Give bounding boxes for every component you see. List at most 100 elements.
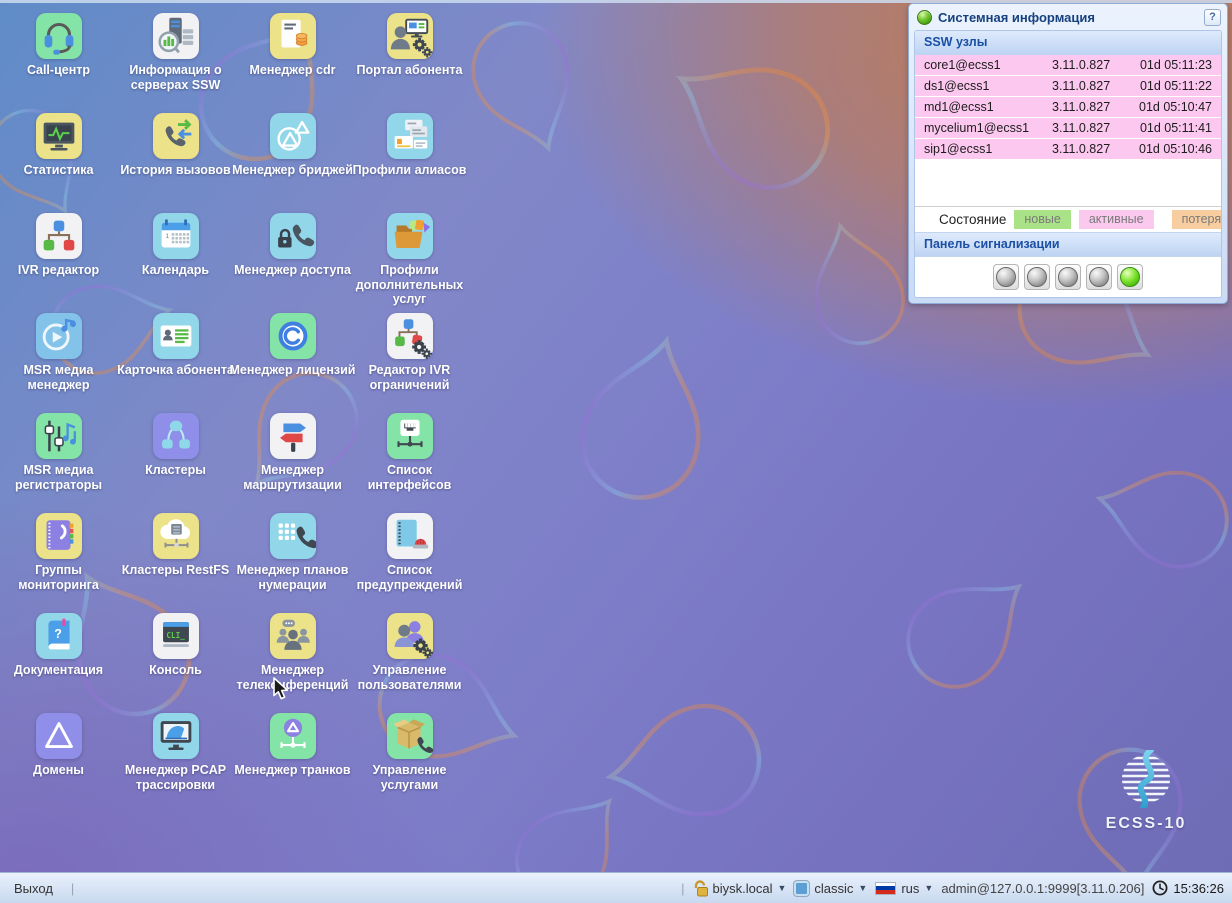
chevron-down-icon[interactable]: ▼ — [924, 883, 933, 893]
desktop-icon-domain-triangle[interactable]: Домены — [0, 706, 117, 806]
alarm-led-button[interactable] — [1117, 264, 1143, 290]
trunk-icon[interactable] — [270, 713, 316, 759]
signpost-icon[interactable] — [270, 413, 316, 459]
desktop-icon-dialpad-phone[interactable]: Менеджер планов нумерации — [234, 506, 351, 606]
desktop-icon-services-box[interactable]: Управление услугами — [351, 706, 468, 806]
desktop-icon-label: Группы мониторинга — [0, 563, 122, 592]
desktop-icon-id-card[interactable]: Карточка абонента — [117, 306, 234, 406]
desktop-icon-ivr-tree[interactable]: IVR редактор — [0, 206, 117, 306]
desktop-icon-calendar[interactable]: 1Календарь — [117, 206, 234, 306]
alias-cards-icon[interactable] — [387, 113, 433, 159]
language-selector[interactable]: rus ▼ — [875, 881, 933, 896]
cloud-server-icon[interactable] — [153, 513, 199, 559]
desktop-icon-doc-coins[interactable]: Менеджер cdr — [234, 6, 351, 106]
desktop-icon-alias-cards[interactable]: Профили алиасов — [351, 106, 468, 206]
desktop-icon-label: Менеджер телеконференций — [230, 663, 356, 692]
status-legend-row: Состояние новыеактивныепотерянные — [915, 206, 1221, 232]
ssw-node-row[interactable]: md1@ecss13.11.0.82701d 05:10:47 — [915, 97, 1221, 117]
copyright-icon[interactable] — [270, 313, 316, 359]
portal-icon[interactable] — [387, 13, 433, 59]
chevron-down-icon[interactable]: ▼ — [858, 883, 867, 893]
status-badges: новыеактивныепотерянные — [1006, 210, 1222, 229]
desktop-icon-ethernet[interactable]: Список интерфейсов — [351, 406, 468, 506]
desktop-icon-folder-services[interactable]: Профили дополнительных услуг — [351, 206, 468, 306]
desktop-icon-monitor-pulse[interactable]: Статистика — [0, 106, 117, 206]
desktop-icon-users-gear[interactable]: Управление пользователями — [351, 606, 468, 706]
desktop-icon-alert-list[interactable]: Список предупреждений — [351, 506, 468, 606]
desktop-icon-portal[interactable]: Портал абонента — [351, 6, 468, 106]
desktop-icon-headset[interactable]: Call-центр — [0, 6, 117, 106]
ivr-gears-icon[interactable] — [387, 313, 433, 359]
desktop-icon-ivr-gears[interactable]: Редактор IVR ограничений — [351, 306, 468, 406]
pcap-monitor-icon[interactable] — [153, 713, 199, 759]
desktop-icon-phonebook[interactable]: Группы мониторинга — [0, 506, 117, 606]
desktop-icon-pcap-monitor[interactable]: Менеджер PCAP трассировки — [117, 706, 234, 806]
desktop-icon-label: Менеджер бриджей — [230, 163, 356, 178]
desktop-icon-label: Управление услугами — [347, 763, 473, 792]
node-uptime: 01d 05:11:23 — [1130, 58, 1212, 72]
desktop-icon-sliders-notes[interactable]: MSR медиа регистраторы — [0, 406, 117, 506]
ssw-node-row[interactable]: ds1@ecss13.11.0.82701d 05:11:22 — [915, 76, 1221, 96]
domain-triangle-icon[interactable] — [36, 713, 82, 759]
users-gear-icon[interactable] — [387, 613, 433, 659]
alarm-led-button[interactable] — [993, 264, 1019, 290]
logout-button[interactable]: Выход — [14, 881, 53, 896]
calendar-icon[interactable]: 1 — [153, 213, 199, 259]
node-uptime: 01d 05:10:46 — [1130, 142, 1212, 156]
taskbar-separator: | — [71, 881, 74, 896]
desktop-icon-label: Менеджер планов нумерации — [230, 563, 356, 592]
id-card-icon[interactable] — [153, 313, 199, 359]
call-history-icon[interactable] — [153, 113, 199, 159]
desktop-icon-trunk[interactable]: Менеджер транков — [234, 706, 351, 806]
desktop-icon-label: Карточка абонента — [113, 363, 239, 378]
theme-selector[interactable]: classic ▼ — [794, 881, 867, 896]
desktop-icon-cloud-server[interactable]: Кластеры RestFS — [117, 506, 234, 606]
system-info-body: SSW узлы core1@ecss13.11.0.82701d 05:11:… — [914, 30, 1222, 298]
server-search-icon[interactable] — [153, 13, 199, 59]
media-play-icon[interactable] — [36, 313, 82, 359]
desktop-icon-media-play[interactable]: MSR медиа менеджер — [0, 306, 117, 406]
cluster-icon[interactable] — [153, 413, 199, 459]
desktop-icon-signpost[interactable]: Менеджер маршрутизации — [234, 406, 351, 506]
alarm-led-button[interactable] — [1024, 264, 1050, 290]
conference-icon[interactable] — [270, 613, 316, 659]
node-uptime: 01d 05:11:22 — [1130, 79, 1212, 93]
desktop-icon-label: IVR редактор — [0, 263, 122, 278]
desktop-icon-label: Домены — [0, 763, 122, 778]
theme-label: classic — [814, 881, 853, 896]
phonebook-icon[interactable] — [36, 513, 82, 559]
doc-coins-icon[interactable] — [270, 13, 316, 59]
desktop-icon-phone-lock[interactable]: Менеджер доступа — [234, 206, 351, 306]
headset-icon[interactable] — [36, 13, 82, 59]
ivr-tree-icon[interactable] — [36, 213, 82, 259]
desktop-icon-terminal[interactable]: CLI_Консоль — [117, 606, 234, 706]
monitor-pulse-icon[interactable] — [36, 113, 82, 159]
folder-services-icon[interactable] — [387, 213, 433, 259]
ssw-node-row[interactable]: mycelium1@ecss13.11.0.82701d 05:11:41 — [915, 118, 1221, 138]
desktop-icon-call-history[interactable]: История вызовов — [117, 106, 234, 206]
node-version: 3.11.0.827 — [1052, 58, 1130, 72]
alarm-led-button[interactable] — [1055, 264, 1081, 290]
services-box-icon[interactable] — [387, 713, 433, 759]
desktop-icon-bridge[interactable]: Менеджер бриджей — [234, 106, 351, 206]
ssw-node-row[interactable]: core1@ecss13.11.0.82701d 05:11:23 — [915, 55, 1221, 75]
phone-lock-icon[interactable] — [270, 213, 316, 259]
chevron-down-icon[interactable]: ▼ — [777, 883, 786, 893]
terminal-icon[interactable]: CLI_ — [153, 613, 199, 659]
docs-book-icon[interactable]: ? — [36, 613, 82, 659]
sliders-notes-icon[interactable] — [36, 413, 82, 459]
alert-list-icon[interactable] — [387, 513, 433, 559]
help-button[interactable]: ? — [1204, 9, 1221, 26]
bridge-icon[interactable] — [270, 113, 316, 159]
ethernet-icon[interactable] — [387, 413, 433, 459]
led-gray-icon — [996, 267, 1016, 287]
dialpad-phone-icon[interactable] — [270, 513, 316, 559]
alarm-led-button[interactable] — [1086, 264, 1112, 290]
desktop-icon-docs-book[interactable]: ?Документация — [0, 606, 117, 706]
ssw-node-row[interactable]: sip1@ecss13.11.0.82701d 05:10:46 — [915, 139, 1221, 159]
desktop-icon-conference[interactable]: Менеджер телеконференций — [234, 606, 351, 706]
desktop-icon-copyright[interactable]: Менеджер лицензий — [234, 306, 351, 406]
desktop-icon-cluster[interactable]: Кластеры — [117, 406, 234, 506]
domain-selector[interactable]: biysk.local ▼ — [693, 880, 787, 897]
desktop-icon-server-search[interactable]: Информация о серверах SSW — [117, 6, 234, 106]
